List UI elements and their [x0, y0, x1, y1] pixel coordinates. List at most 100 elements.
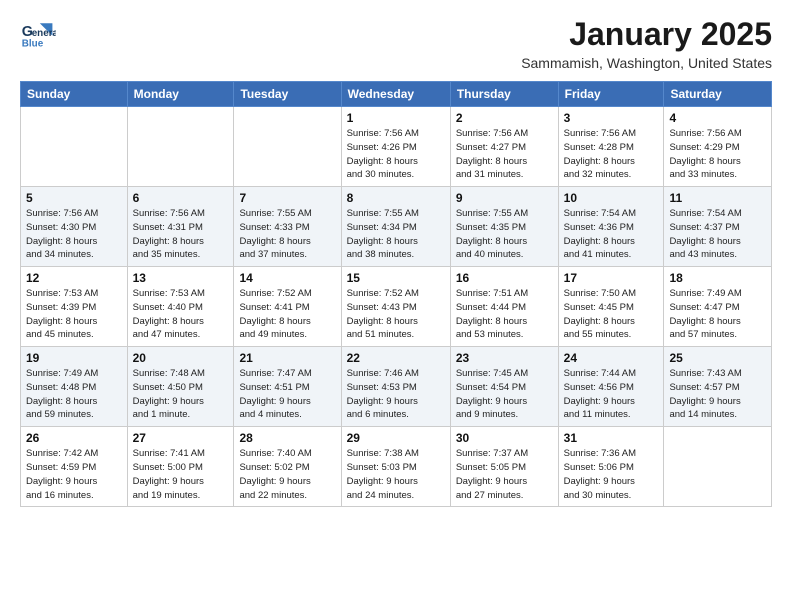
- table-row: 24Sunrise: 7:44 AMSunset: 4:56 PMDayligh…: [558, 347, 664, 427]
- col-thursday: Thursday: [450, 82, 558, 107]
- table-row: [127, 107, 234, 187]
- table-row: 11 Sunrise: 7:54 AMSunset: 4:37 PMDayligh…: [664, 187, 772, 267]
- day-info: Sunrise: 7:48 AMSunset: 4:50 PMDaylight:…: [133, 367, 229, 422]
- table-row: 2Sunrise: 7:56 AMSunset: 4:27 PMDaylight…: [450, 107, 558, 187]
- table-row: [234, 107, 341, 187]
- day-number: 7: [239, 191, 335, 205]
- logo-icon: G eneral Blue: [20, 16, 56, 52]
- svg-text:Blue: Blue: [22, 39, 44, 50]
- day-number: 1: [347, 111, 445, 125]
- day-info: Sunrise: 7:49 AMSunset: 4:47 PMDaylight:…: [669, 287, 766, 342]
- table-row: 12 Sunrise: 7:53 AMSunset: 4:39 PMDayligh…: [21, 267, 128, 347]
- day-info: Sunrise: 7:53 AMSunset: 4:39 PMDaylight:…: [26, 287, 122, 342]
- table-row: 23 Sunrise: 7:45 AMSunset: 4:54 PMDayligh…: [450, 347, 558, 427]
- day-info: Sunrise: 7:45 AMSunset: 4:54 PMDaylight:…: [456, 367, 553, 422]
- day-info: Sunrise: 7:51 AMSunset: 4:44 PMDaylight:…: [456, 287, 553, 342]
- table-row: 28 Sunrise: 7:40 AMSunset: 5:02 PMDayligh…: [234, 427, 341, 507]
- day-number: 25: [669, 351, 766, 365]
- day-number: 17: [564, 271, 659, 285]
- col-sunday: Sunday: [21, 82, 128, 107]
- table-row: 31Sunrise: 7:36 AMSunset: 5:06 PMDayligh…: [558, 427, 664, 507]
- day-info: Sunrise: 7:42 AMSunset: 4:59 PMDaylight:…: [26, 447, 122, 502]
- day-number: 13: [133, 271, 229, 285]
- table-row: [21, 107, 128, 187]
- day-info: Sunrise: 7:46 AMSunset: 4:53 PMDaylight:…: [347, 367, 445, 422]
- day-info: Sunrise: 7:52 AMSunset: 4:43 PMDaylight:…: [347, 287, 445, 342]
- col-wednesday: Wednesday: [341, 82, 450, 107]
- table-row: 14Sunrise: 7:52 AMSunset: 4:41 PMDayligh…: [234, 267, 341, 347]
- calendar-week-row: 5 Sunrise: 7:56 AMSunset: 4:30 PMDaylight…: [21, 187, 772, 267]
- table-row: 27 Sunrise: 7:41 AMSunset: 5:00 PMDayligh…: [127, 427, 234, 507]
- day-number: 12: [26, 271, 122, 285]
- day-number: 10: [564, 191, 659, 205]
- day-number: 5: [26, 191, 122, 205]
- day-number: 9: [456, 191, 553, 205]
- table-row: 6 Sunrise: 7:56 AMSunset: 4:31 PMDaylight…: [127, 187, 234, 267]
- table-row: 16Sunrise: 7:51 AMSunset: 4:44 PMDayligh…: [450, 267, 558, 347]
- table-row: 21 Sunrise: 7:47 AMSunset: 4:51 PMDayligh…: [234, 347, 341, 427]
- day-number: 30: [456, 431, 553, 445]
- calendar-week-row: 12 Sunrise: 7:53 AMSunset: 4:39 PMDayligh…: [21, 267, 772, 347]
- month-title: January 2025: [521, 16, 772, 53]
- day-info: Sunrise: 7:43 AMSunset: 4:57 PMDaylight:…: [669, 367, 766, 422]
- header: G eneral Blue January 2025 Sammamish, Wa…: [20, 16, 772, 71]
- day-number: 20: [133, 351, 229, 365]
- location-title: Sammamish, Washington, United States: [521, 55, 772, 71]
- table-row: 10Sunrise: 7:54 AMSunset: 4:36 PMDayligh…: [558, 187, 664, 267]
- day-info: Sunrise: 7:38 AMSunset: 5:03 PMDaylight:…: [347, 447, 445, 502]
- calendar-week-row: 19 Sunrise: 7:49 AMSunset: 4:48 PMDayligh…: [21, 347, 772, 427]
- day-info: Sunrise: 7:41 AMSunset: 5:00 PMDaylight:…: [133, 447, 229, 502]
- svg-text:eneral: eneral: [32, 28, 56, 39]
- calendar-week-row: 26Sunrise: 7:42 AMSunset: 4:59 PMDayligh…: [21, 427, 772, 507]
- day-info: Sunrise: 7:50 AMSunset: 4:45 PMDaylight:…: [564, 287, 659, 342]
- table-row: 22Sunrise: 7:46 AMSunset: 4:53 PMDayligh…: [341, 347, 450, 427]
- day-number: 6: [133, 191, 229, 205]
- day-number: 23: [456, 351, 553, 365]
- day-info: Sunrise: 7:49 AMSunset: 4:48 PMDaylight:…: [26, 367, 122, 422]
- day-number: 28: [239, 431, 335, 445]
- day-info: Sunrise: 7:53 AMSunset: 4:40 PMDaylight:…: [133, 287, 229, 342]
- table-row: [664, 427, 772, 507]
- table-row: 7 Sunrise: 7:55 AMSunset: 4:33 PMDaylight…: [234, 187, 341, 267]
- day-number: 27: [133, 431, 229, 445]
- day-info: Sunrise: 7:56 AMSunset: 4:30 PMDaylight:…: [26, 207, 122, 262]
- day-info: Sunrise: 7:40 AMSunset: 5:02 PMDaylight:…: [239, 447, 335, 502]
- calendar-week-row: 1 Sunrise: 7:56 AMSunset: 4:26 PMDaylight…: [21, 107, 772, 187]
- col-tuesday: Tuesday: [234, 82, 341, 107]
- page: G eneral Blue January 2025 Sammamish, Wa…: [0, 0, 792, 523]
- day-number: 11: [669, 191, 766, 205]
- col-saturday: Saturday: [664, 82, 772, 107]
- day-number: 24: [564, 351, 659, 365]
- day-info: Sunrise: 7:56 AMSunset: 4:26 PMDaylight:…: [347, 127, 445, 182]
- col-friday: Friday: [558, 82, 664, 107]
- day-number: 4: [669, 111, 766, 125]
- day-info: Sunrise: 7:54 AMSunset: 4:37 PMDaylight:…: [669, 207, 766, 262]
- day-number: 8: [347, 191, 445, 205]
- day-number: 14: [239, 271, 335, 285]
- day-info: Sunrise: 7:55 AMSunset: 4:33 PMDaylight:…: [239, 207, 335, 262]
- day-number: 19: [26, 351, 122, 365]
- title-section: January 2025 Sammamish, Washington, Unit…: [521, 16, 772, 71]
- day-info: Sunrise: 7:47 AMSunset: 4:51 PMDaylight:…: [239, 367, 335, 422]
- table-row: 19 Sunrise: 7:49 AMSunset: 4:48 PMDayligh…: [21, 347, 128, 427]
- table-row: 1 Sunrise: 7:56 AMSunset: 4:26 PMDaylight…: [341, 107, 450, 187]
- logo: G eneral Blue: [20, 16, 56, 52]
- calendar: Sunday Monday Tuesday Wednesday Thursday…: [20, 81, 772, 507]
- table-row: 17 Sunrise: 7:50 AMSunset: 4:45 PMDayligh…: [558, 267, 664, 347]
- table-row: 20 Sunrise: 7:48 AMSunset: 4:50 PMDayligh…: [127, 347, 234, 427]
- table-row: 4 Sunrise: 7:56 AMSunset: 4:29 PMDaylight…: [664, 107, 772, 187]
- day-number: 2: [456, 111, 553, 125]
- day-number: 29: [347, 431, 445, 445]
- table-row: 26Sunrise: 7:42 AMSunset: 4:59 PMDayligh…: [21, 427, 128, 507]
- table-row: 8Sunrise: 7:55 AMSunset: 4:34 PMDaylight…: [341, 187, 450, 267]
- col-monday: Monday: [127, 82, 234, 107]
- day-number: 15: [347, 271, 445, 285]
- day-number: 18: [669, 271, 766, 285]
- day-info: Sunrise: 7:56 AMSunset: 4:29 PMDaylight:…: [669, 127, 766, 182]
- day-number: 31: [564, 431, 659, 445]
- day-info: Sunrise: 7:56 AMSunset: 4:31 PMDaylight:…: [133, 207, 229, 262]
- day-info: Sunrise: 7:56 AMSunset: 4:28 PMDaylight:…: [564, 127, 659, 182]
- day-number: 21: [239, 351, 335, 365]
- table-row: 9Sunrise: 7:55 AMSunset: 4:35 PMDaylight…: [450, 187, 558, 267]
- table-row: 13 Sunrise: 7:53 AMSunset: 4:40 PMDayligh…: [127, 267, 234, 347]
